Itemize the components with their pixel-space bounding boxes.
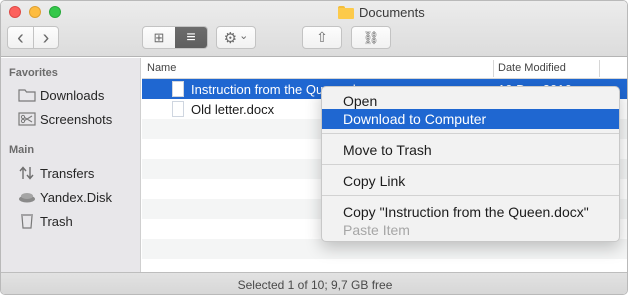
- status-text: Selected 1 of 10; 9,7 GB free: [237, 278, 393, 292]
- menu-item-paste-item: Paste Item: [322, 220, 619, 240]
- menu-item-download-to-computer[interactable]: Download to Computer: [322, 109, 619, 129]
- folder-icon: [338, 5, 354, 19]
- chevron-right-icon: ›: [42, 26, 50, 49]
- back-button[interactable]: ‹: [8, 27, 33, 48]
- sidebar-item-trash[interactable]: Trash: [1, 210, 141, 232]
- gear-icon: ⚙: [223, 29, 238, 47]
- copy-link-button[interactable]: ⛓: [351, 26, 391, 49]
- window-title-label: Documents: [359, 4, 425, 20]
- finder-window: Documents ‹ › ⊞ ≡ ⚙ ⌄ ⇧ ⛓ Favorites Down…: [0, 0, 628, 295]
- forward-button[interactable]: ›: [33, 27, 58, 48]
- trash-icon: [18, 213, 36, 229]
- document-icon: [172, 101, 184, 117]
- sidebar-header-main: Main: [9, 144, 35, 156]
- transfer-arrows-icon: [18, 165, 36, 181]
- share-button[interactable]: ⇧: [302, 26, 342, 49]
- column-divider[interactable]: [493, 60, 494, 77]
- list-view-button[interactable]: ≡: [175, 27, 207, 48]
- view-mode-switch: ⊞ ≡: [142, 26, 208, 49]
- column-header-date-modified[interactable]: Date Modified: [498, 62, 566, 74]
- column-header-name[interactable]: Name: [147, 62, 176, 74]
- sidebar-item-screenshots[interactable]: Screenshots: [1, 108, 141, 130]
- close-window-button[interactable]: [9, 6, 21, 18]
- sidebar-item-label: Downloads: [40, 87, 105, 103]
- menu-item-move-to-trash[interactable]: Move to Trash: [322, 140, 619, 160]
- context-menu: Open Download to Computer Move to Trash …: [321, 86, 620, 242]
- chevron-down-icon: ⌄: [239, 30, 249, 42]
- column-divider[interactable]: [599, 60, 600, 77]
- menu-item-copy-link[interactable]: Copy Link: [322, 171, 619, 191]
- sidebar: Favorites Downloads Screenshots Main Tra…: [1, 58, 141, 294]
- menu-item-open[interactable]: Open: [322, 91, 619, 111]
- navigation-buttons: ‹ ›: [7, 26, 59, 49]
- sidebar-item-label: Trash: [40, 213, 73, 229]
- folder-icon: [18, 87, 36, 103]
- sidebar-item-label: Yandex.Disk: [40, 189, 113, 205]
- chevron-left-icon: ‹: [17, 26, 24, 49]
- file-name: Old letter.docx: [191, 102, 275, 117]
- menu-item-label: Copy Link: [343, 173, 406, 189]
- sidebar-item-downloads[interactable]: Downloads: [1, 84, 141, 106]
- sidebar-header-favorites: Favorites: [9, 67, 58, 79]
- menu-item-label: Open: [343, 93, 378, 109]
- share-icon: ⇧: [316, 29, 328, 45]
- column-header-row: Name Date Modified: [142, 58, 627, 79]
- menu-item-label: Download to Computer: [343, 111, 487, 127]
- cloud-disk-icon: [18, 189, 36, 205]
- menu-separator: [322, 133, 619, 134]
- status-bar: Selected 1 of 10; 9,7 GB free: [1, 272, 627, 294]
- link-icon: ⛓: [362, 29, 380, 45]
- menu-item-copy-file[interactable]: Copy "Instruction from the Queen.docx": [322, 202, 619, 222]
- sidebar-item-transfers[interactable]: Transfers: [1, 162, 141, 184]
- icon-view-button[interactable]: ⊞: [143, 27, 175, 48]
- toolbar: Documents ‹ › ⊞ ≡ ⚙ ⌄ ⇧ ⛓: [1, 1, 627, 57]
- action-menu-button[interactable]: ⚙ ⌄: [216, 26, 256, 49]
- window-title: Documents: [338, 4, 425, 20]
- menu-separator: [322, 164, 619, 165]
- sidebar-item-label: Screenshots: [40, 111, 113, 127]
- menu-separator: [322, 195, 619, 196]
- list-icon: ≡: [186, 28, 196, 46]
- sidebar-item-yandex-disk[interactable]: Yandex.Disk: [1, 186, 141, 208]
- grid-icon: ⊞: [153, 29, 165, 45]
- menu-item-label: Copy "Instruction from the Queen.docx": [343, 204, 589, 220]
- zoom-window-button[interactable]: [49, 6, 61, 18]
- menu-item-label: Paste Item: [343, 222, 410, 238]
- sidebar-item-label: Transfers: [40, 165, 95, 181]
- empty-row: [142, 239, 627, 259]
- scissors-icon: [18, 111, 36, 127]
- menu-item-label: Move to Trash: [343, 142, 432, 158]
- document-icon: [172, 81, 184, 97]
- minimize-window-button[interactable]: [29, 6, 41, 18]
